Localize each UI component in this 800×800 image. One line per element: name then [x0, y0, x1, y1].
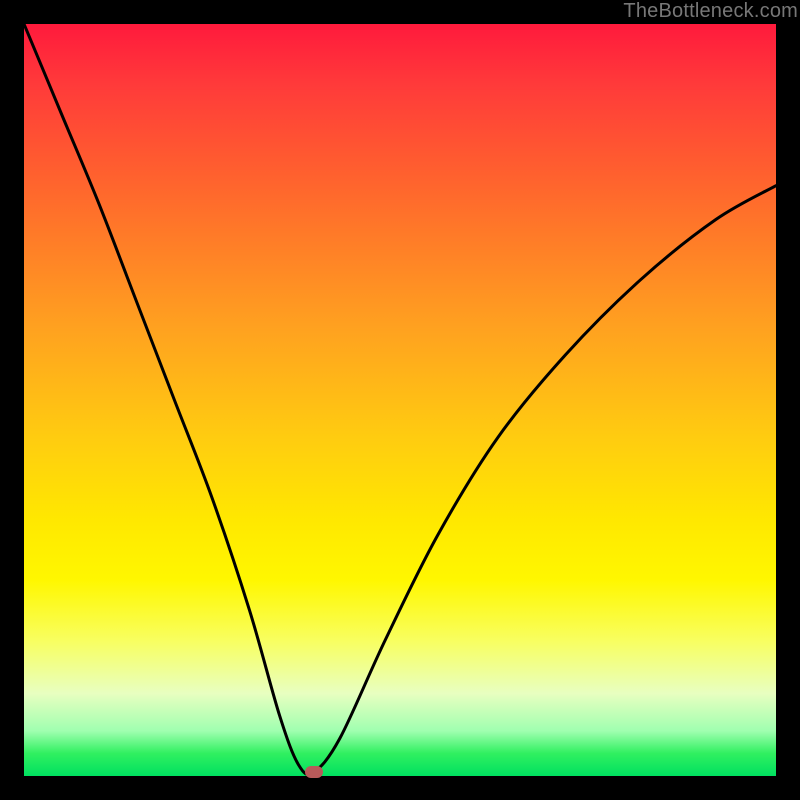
- watermark-text: TheBottleneck.com: [623, 0, 798, 23]
- bottleneck-curve: [24, 24, 776, 776]
- optimal-point-marker: [305, 766, 323, 778]
- chart-frame: [24, 24, 776, 776]
